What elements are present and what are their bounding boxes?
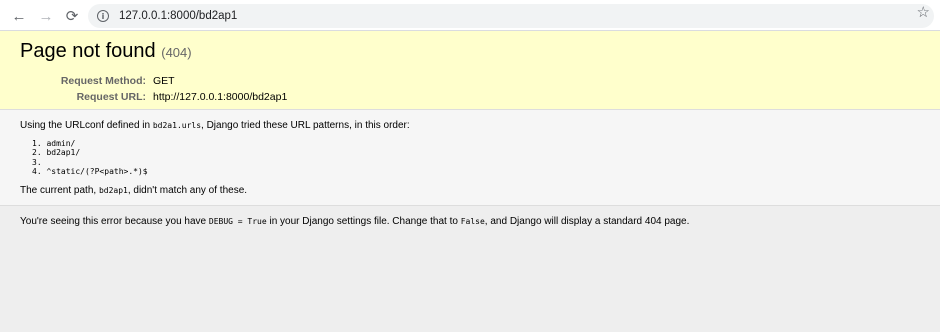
urlconf-intro-suffix: , Django tried these URL patterns, in th…	[201, 120, 410, 131]
error-explanation: You're seeing this error because you hav…	[0, 206, 940, 332]
url-pattern: 4. ^static/(?P<path>.*)$	[32, 166, 148, 176]
url-pattern-list: 1. admin/ 2. bd2ap1/ 3. 4. ^static/(?P<p…	[32, 139, 148, 176]
url-pattern: 2. bd2ap1/	[32, 148, 81, 158]
error-code: (404)	[161, 45, 192, 60]
current-path-message: The current path, bd2ap1, didn't match a…	[20, 185, 247, 196]
browser-toolbar: ← → ⟳ i 127.0.0.1:8000/bd2ap1 ☆	[0, 0, 940, 31]
request-url-row: Request URL: http://127.0.0.1:8000/bd2ap…	[20, 89, 288, 105]
request-method-row: Request Method: GET	[20, 73, 287, 89]
request-url-value: http://127.0.0.1:8000/bd2ap1	[153, 91, 288, 103]
current-path: bd2ap1	[98, 186, 128, 195]
reload-icon[interactable]: ⟳	[62, 6, 82, 26]
false-value: False	[460, 217, 485, 226]
url-pattern: 1. admin/	[32, 139, 76, 148]
arrow-right-icon[interactable]: →	[36, 6, 56, 26]
explanation-prefix: You're seeing this error because you hav…	[20, 216, 209, 227]
arrow-left-icon[interactable]: ←	[9, 6, 29, 26]
info-icon[interactable]: i	[97, 10, 109, 22]
current-path-suffix: , didn't match any of these.	[127, 185, 248, 196]
debug-setting: DEBUG = True	[208, 217, 267, 226]
explanation-suffix: , and Django will display a standard 404…	[484, 216, 690, 227]
debug-explanation: You're seeing this error because you hav…	[20, 216, 689, 227]
error-summary: Page not found (404) Request Method: GET…	[0, 31, 940, 110]
request-method-value: GET	[153, 75, 175, 87]
address-bar[interactable]: i 127.0.0.1:8000/bd2ap1	[88, 4, 934, 28]
error-info: Using the URLconf defined in bd2a1.urls,…	[0, 110, 940, 206]
request-url-label: Request URL:	[76, 91, 146, 103]
page-title: Page not found (404)	[20, 40, 192, 63]
error-title: Page not found	[20, 40, 156, 62]
urlconf-intro: Using the URLconf defined in bd2a1.urls,…	[20, 120, 410, 131]
current-path-prefix: The current path,	[20, 185, 99, 196]
request-meta-table: Request Method: GET Request URL: http://…	[20, 73, 287, 105]
request-method-label: Request Method:	[60, 75, 146, 87]
url-text[interactable]: 127.0.0.1:8000/bd2ap1	[119, 10, 237, 22]
urlconf-module: bd2a1.urls	[152, 121, 202, 130]
url-pattern: 3.	[32, 157, 42, 167]
explanation-middle: in your Django settings file. Change tha…	[266, 216, 461, 227]
urlconf-intro-prefix: Using the URLconf defined in	[20, 120, 153, 131]
star-icon[interactable]: ☆	[917, 3, 930, 21]
